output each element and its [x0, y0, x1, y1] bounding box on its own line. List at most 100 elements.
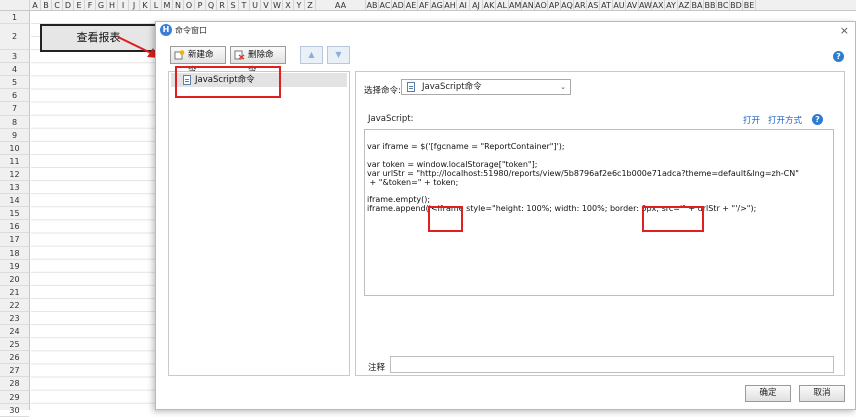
column-header[interactable]: X	[283, 0, 294, 10]
column-header[interactable]: AJ	[470, 0, 483, 10]
new-command-button[interactable]: 新建命令	[170, 46, 226, 76]
close-icon[interactable]: ×	[840, 24, 849, 37]
row-header[interactable]: 7	[0, 102, 29, 116]
column-header[interactable]: Q	[206, 0, 217, 10]
row-header[interactable]: 28	[0, 377, 29, 391]
column-header[interactable]: BE	[743, 0, 756, 10]
note-input[interactable]	[390, 356, 834, 373]
column-header[interactable]: AX	[652, 0, 665, 10]
column-header[interactable]: U	[250, 0, 261, 10]
column-header[interactable]: B	[41, 0, 52, 10]
column-header[interactable]: AL	[496, 0, 509, 10]
column-header[interactable]: M	[162, 0, 173, 10]
row-header[interactable]: 6	[0, 89, 29, 103]
delete-command-button[interactable]: 删除命令	[230, 46, 286, 76]
column-header[interactable]: BA	[691, 0, 704, 10]
column-header[interactable]: K	[140, 0, 151, 10]
column-header[interactable]: BD	[730, 0, 743, 10]
column-header[interactable]: AG	[431, 0, 444, 10]
column-header[interactable]: Y	[294, 0, 305, 10]
help-icon[interactable]: ?	[812, 114, 823, 125]
column-header[interactable]: AZ	[678, 0, 691, 10]
help-icon[interactable]: ?	[833, 51, 844, 62]
row-header[interactable]: 1	[0, 11, 29, 25]
column-header[interactable]: AV	[626, 0, 639, 10]
row-header[interactable]: 16	[0, 220, 29, 234]
column-header[interactable]: AW	[639, 0, 652, 10]
column-header[interactable]: R	[217, 0, 228, 10]
row-header[interactable]: 14	[0, 194, 29, 208]
row-header[interactable]: 30	[0, 404, 29, 417]
column-header[interactable]: Z	[305, 0, 316, 10]
row-header[interactable]: 25	[0, 338, 29, 352]
column-header[interactable]: H	[107, 0, 118, 10]
column-header[interactable]: D	[63, 0, 74, 10]
column-header[interactable]: AI	[457, 0, 470, 10]
column-header[interactable]: BB	[704, 0, 717, 10]
row-header[interactable]: 8	[0, 116, 29, 129]
row-header[interactable]: 27	[0, 364, 29, 378]
column-header[interactable]: G	[96, 0, 107, 10]
column-header[interactable]: AT	[600, 0, 613, 10]
row-header[interactable]: 5	[0, 76, 29, 90]
column-header[interactable]: AH	[444, 0, 457, 10]
column-header[interactable]: T	[239, 0, 250, 10]
column-header[interactable]: W	[272, 0, 283, 10]
row-header[interactable]: 9	[0, 129, 29, 142]
column-header[interactable]: AR	[574, 0, 587, 10]
row-header[interactable]: 22	[0, 299, 29, 312]
row-header[interactable]: 20	[0, 273, 29, 286]
column-header[interactable]: AQ	[561, 0, 574, 10]
column-header[interactable]: AC	[379, 0, 392, 10]
row-header[interactable]: 11	[0, 155, 29, 168]
column-header[interactable]: AU	[613, 0, 626, 10]
command-type-select[interactable]: JavaScript命令 ⌄	[401, 79, 571, 95]
row-header[interactable]: 13	[0, 181, 29, 195]
row-header[interactable]: 17	[0, 233, 29, 247]
column-header[interactable]: AO	[535, 0, 548, 10]
row-header[interactable]: 12	[0, 168, 29, 182]
column-header[interactable]: AB	[366, 0, 379, 10]
row-header[interactable]: 4	[0, 63, 29, 77]
column-header[interactable]: L	[151, 0, 162, 10]
move-up-icon[interactable]: ▲	[300, 46, 323, 64]
column-header[interactable]: O	[184, 0, 195, 10]
column-header[interactable]: AA	[316, 0, 366, 10]
column-header[interactable]: AE	[405, 0, 418, 10]
row-header[interactable]: 24	[0, 325, 29, 339]
row-header[interactable]: 19	[0, 260, 29, 273]
move-down-icon[interactable]: ▼	[327, 46, 350, 64]
column-header[interactable]: J	[129, 0, 140, 10]
column-header[interactable]: AP	[548, 0, 561, 10]
row-header[interactable]: 26	[0, 351, 29, 365]
column-header[interactable]: E	[74, 0, 85, 10]
open-link[interactable]: 打开	[743, 114, 760, 126]
column-header[interactable]: V	[261, 0, 272, 10]
row-header[interactable]: 29	[0, 391, 29, 404]
column-header[interactable]: S	[228, 0, 239, 10]
column-header[interactable]: F	[85, 0, 96, 10]
row-header[interactable]: 18	[0, 247, 29, 260]
column-header[interactable]: AF	[418, 0, 431, 10]
open-with-link[interactable]: 打开方式	[768, 114, 802, 126]
column-header[interactable]: C	[52, 0, 63, 10]
column-header[interactable]: AM	[509, 0, 522, 10]
row-header[interactable]: 3	[0, 50, 29, 64]
column-header[interactable]: AD	[392, 0, 405, 10]
column-header[interactable]: I	[118, 0, 129, 10]
column-header[interactable]: N	[173, 0, 184, 10]
row-header[interactable]: 2	[0, 24, 29, 51]
column-header[interactable]: AN	[522, 0, 535, 10]
column-header[interactable]: AK	[483, 0, 496, 10]
row-header[interactable]: 23	[0, 312, 29, 326]
column-header[interactable]: AY	[665, 0, 678, 10]
column-header[interactable]: A	[30, 0, 41, 10]
row-header[interactable]: 15	[0, 207, 29, 221]
row-header[interactable]: 10	[0, 142, 29, 155]
column-header[interactable]: BC	[717, 0, 730, 10]
column-header[interactable]: P	[195, 0, 206, 10]
column-header[interactable]: AS	[587, 0, 600, 10]
row-header[interactable]: 21	[0, 286, 29, 299]
cancel-button[interactable]: 取消	[799, 385, 845, 402]
ok-button[interactable]: 确定	[745, 385, 791, 402]
